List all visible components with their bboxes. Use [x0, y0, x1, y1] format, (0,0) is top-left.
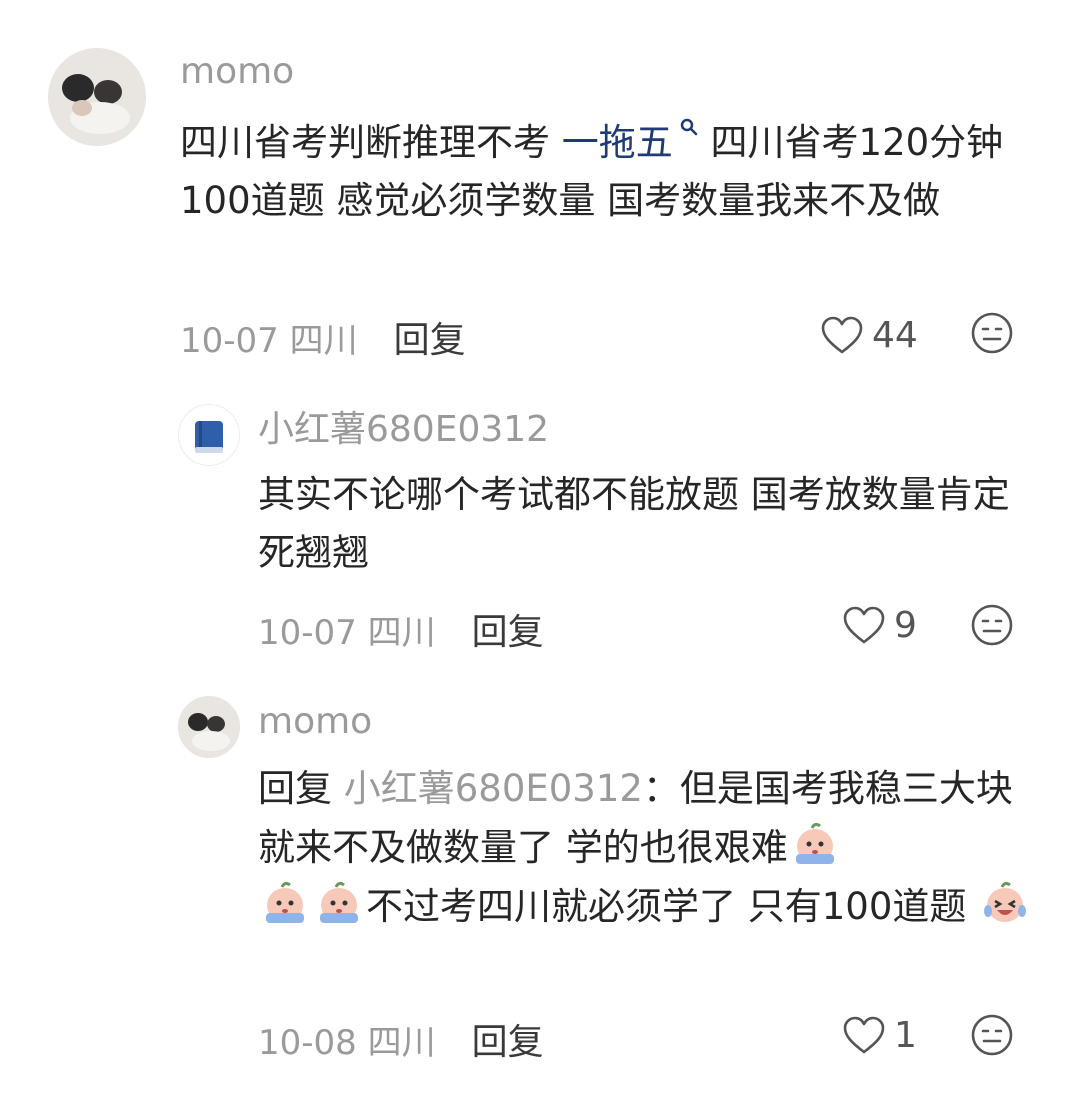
- reply-prefix: 回复: [258, 767, 344, 810]
- blue-book-icon: [195, 421, 223, 453]
- neutral-face-icon[interactable]: [970, 603, 1014, 647]
- comment-username[interactable]: 小红薯680E0312: [258, 408, 549, 452]
- neutral-face-icon[interactable]: [970, 1013, 1014, 1057]
- avatar-momo[interactable]: [48, 48, 146, 146]
- reply-button[interactable]: 回复: [394, 311, 466, 363]
- comment-meta: 10-07 四川 回复: [180, 312, 466, 362]
- reply-button[interactable]: 回复: [472, 603, 544, 655]
- comment-username[interactable]: momo: [258, 700, 372, 744]
- like-button[interactable]: 9: [842, 600, 917, 650]
- reply-button[interactable]: 回复: [472, 1013, 544, 1065]
- comment-meta: 10-08 四川 回复: [258, 1014, 544, 1064]
- comment-meta: 10-07 四川 回复: [258, 604, 544, 654]
- comment-date-location: 10-08 四川: [258, 1022, 436, 1063]
- like-count: 1: [894, 1014, 917, 1056]
- heart-outline-icon: [821, 316, 863, 354]
- comment-text-part: 四川省考判断推理不考: [180, 121, 562, 164]
- avatar-photo: [178, 696, 240, 758]
- comment-text-part: 不过考四川就必须学了 只有100道题: [366, 885, 979, 928]
- heart-outline-icon: [843, 1016, 885, 1054]
- comment-date-location: 10-07 四川: [258, 612, 436, 653]
- crying-emoji: [795, 822, 834, 864]
- laughing-crying-emoji: [984, 881, 1027, 922]
- neutral-face-icon[interactable]: [970, 311, 1014, 355]
- like-count: 44: [872, 314, 918, 356]
- avatar-photo: [48, 48, 146, 146]
- reply-mention-user[interactable]: 小红薯680E0312: [344, 767, 643, 810]
- comment-text: 四川省考判断推理不考 一拖五 四川省考120分钟100道题 感觉必须学数量 国考…: [180, 114, 1040, 230]
- comment-text: 其实不论哪个考试都不能放题 国考放数量肯定死翘翘: [258, 473, 1010, 574]
- search-icon[interactable]: [679, 117, 699, 137]
- comment-username[interactable]: momo: [180, 50, 294, 94]
- like-button[interactable]: 44: [820, 310, 918, 360]
- comment-text: 回复 小红薯680E0312：但是国考我稳三大块就来不及做数量了 学的也很艰难不…: [258, 760, 1038, 936]
- crying-emoji: [320, 881, 358, 923]
- comment-date-location: 10-07 四川: [180, 320, 358, 361]
- like-button[interactable]: 1: [842, 1010, 917, 1060]
- like-count: 9: [894, 604, 917, 646]
- avatar-momo[interactable]: [178, 696, 240, 758]
- heart-outline-icon: [843, 606, 885, 644]
- crying-emoji: [266, 881, 304, 923]
- search-keyword-link[interactable]: 一拖五: [562, 121, 673, 164]
- avatar-book[interactable]: [178, 404, 240, 466]
